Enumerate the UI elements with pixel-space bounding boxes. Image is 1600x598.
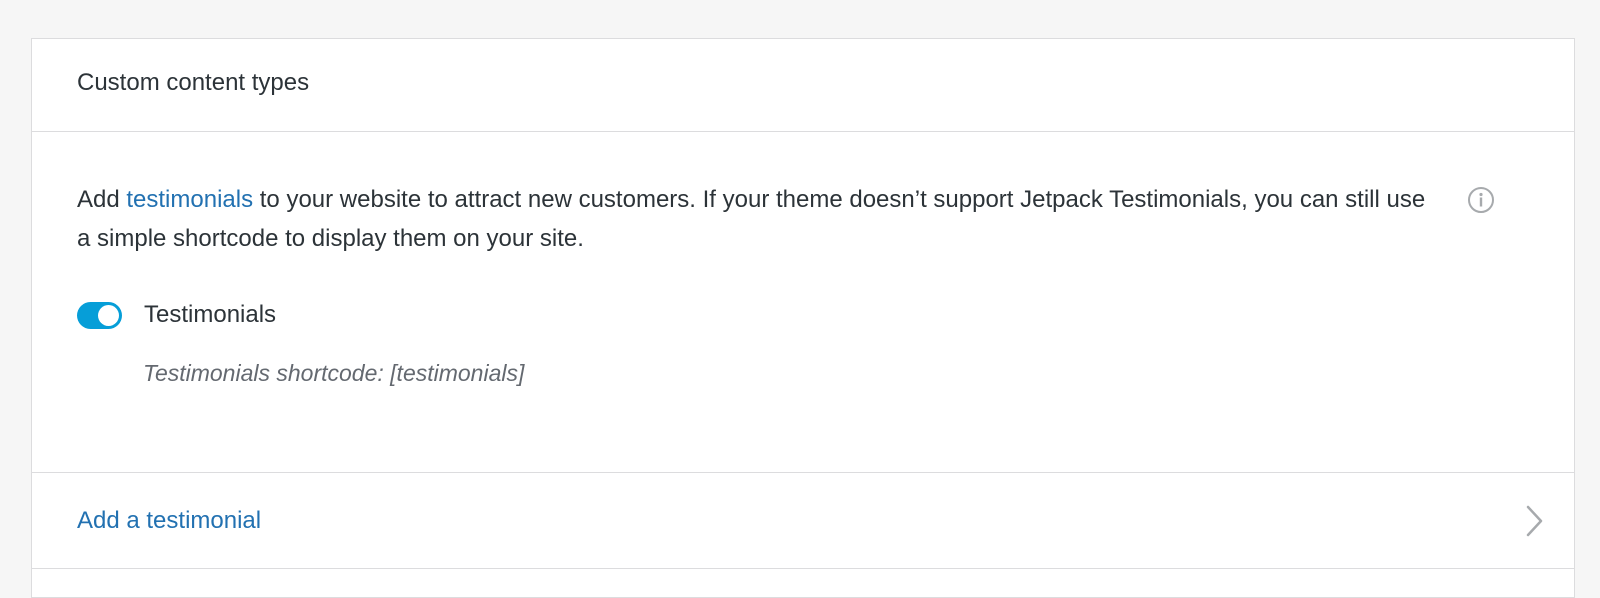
custom-content-types-card: Custom content types Add testimonials to… — [31, 38, 1575, 598]
testimonials-description: Add testimonials to your website to attr… — [77, 180, 1437, 258]
toggle-knob — [98, 304, 119, 326]
testimonials-link[interactable]: testimonials — [126, 186, 253, 213]
description-prefix: Add — [77, 186, 127, 213]
card-header: Custom content types — [32, 39, 1574, 132]
chevron-right-icon — [1524, 505, 1544, 537]
add-testimonial-row[interactable]: Add a testimonial — [32, 473, 1574, 569]
shortcode-note: Testimonials shortcode: [testimonials] — [143, 360, 525, 386]
card-title: Custom content types — [77, 69, 310, 96]
info-icon[interactable] — [1467, 186, 1495, 214]
testimonials-toggle[interactable] — [77, 301, 122, 329]
description-suffix: to your website to attract new customers… — [77, 186, 1426, 252]
toggle-label[interactable]: Testimonials — [144, 301, 276, 329]
testimonials-toggle-row: Testimonials — [77, 301, 276, 329]
add-testimonial-link[interactable]: Add a testimonial — [77, 507, 261, 535]
card-body: Add testimonials to your website to attr… — [32, 132, 1574, 473]
